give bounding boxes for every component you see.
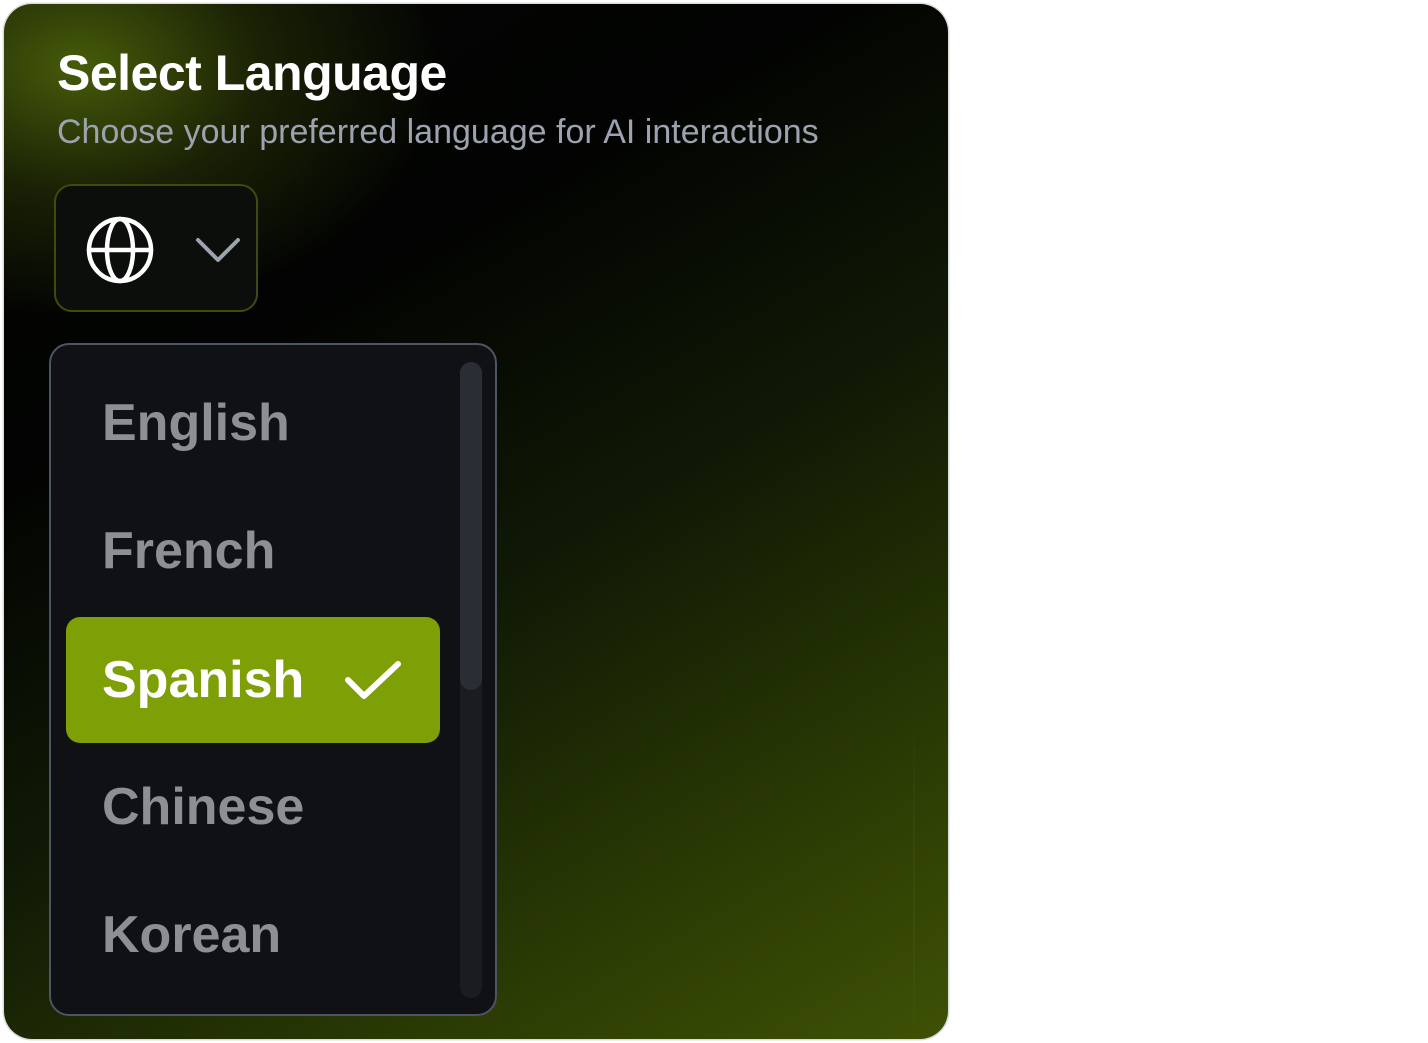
language-option-spanish[interactable]: Spanish [66,617,440,743]
chevron-down-icon [196,238,240,262]
language-option-french[interactable]: French [66,488,440,614]
option-label: Spanish [102,651,305,709]
checkmark-icon [345,661,401,699]
option-label: Korean [102,906,282,964]
language-option-korean[interactable]: Korean [66,872,440,998]
language-dropdown-menu: English French Spanish Chinese Korean [49,343,497,1016]
globe-icon [86,216,154,284]
language-option-chinese[interactable]: Chinese [66,744,440,870]
page-subtitle: Choose your preferred language for AI in… [57,113,819,151]
dropdown-scrollbar[interactable] [460,362,482,998]
page-title: Select Language [57,45,447,101]
language-option-english[interactable]: English [66,360,440,486]
option-label: English [102,394,290,452]
language-selector-button[interactable] [54,184,258,312]
scrollbar-thumb[interactable] [460,362,482,690]
option-label: French [102,522,276,580]
option-label: Chinese [102,778,305,836]
